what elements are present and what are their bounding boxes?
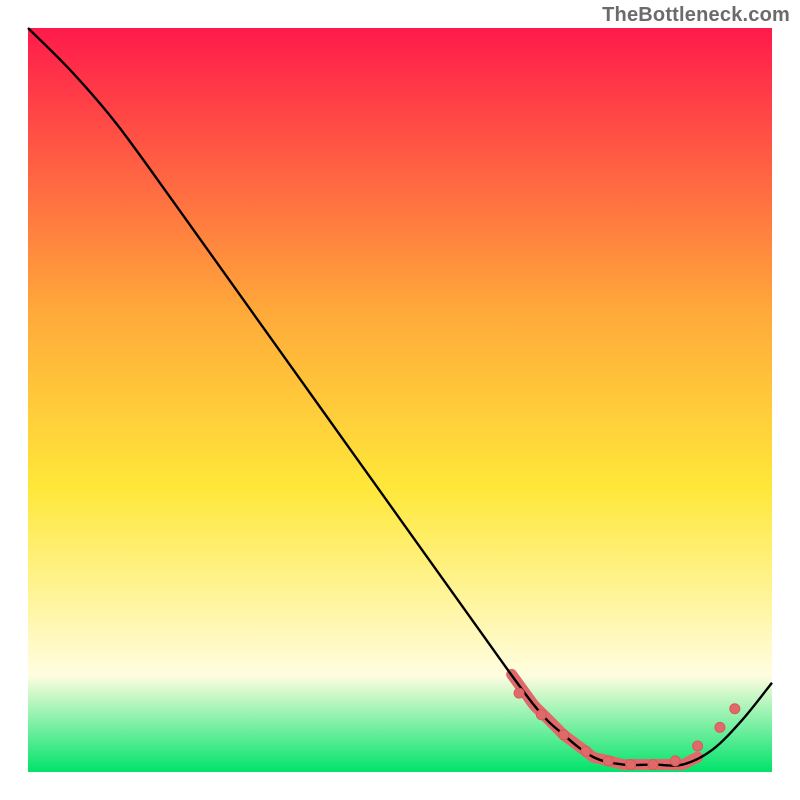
marker-dot	[514, 688, 524, 698]
marker-dot	[715, 722, 725, 732]
gradient-background	[28, 28, 772, 772]
marker-dot	[626, 760, 636, 770]
marker-dot	[670, 756, 680, 766]
marker-dot	[693, 741, 703, 751]
chart-svg	[0, 0, 800, 800]
marker-dot	[730, 704, 740, 714]
marker-dot	[536, 710, 546, 720]
marker-dot	[581, 746, 591, 756]
marker-dot	[603, 756, 613, 766]
marker-dot	[559, 730, 569, 740]
chart-stage: TheBottleneck.com	[0, 0, 800, 800]
marker-dot	[648, 760, 658, 770]
